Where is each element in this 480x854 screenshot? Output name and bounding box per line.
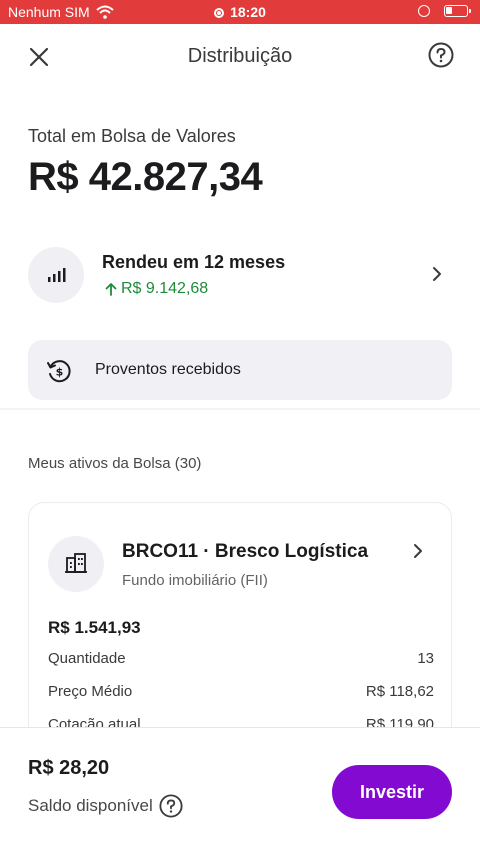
earnings-gain: R$ 9.142,68 (104, 280, 208, 298)
earnings-title: Rendeu em 12 meses (102, 252, 286, 272)
asset-detail-value: R$ 118,62 (365, 683, 434, 700)
status-bar: Nenhum SIM 18:20 (0, 0, 480, 24)
header: Distribuição (0, 24, 480, 88)
invest-button[interactable]: Investir (332, 765, 452, 819)
asset-detail-label: Preço Médio (48, 683, 133, 700)
balance-label-wrap: Saldo disponível (28, 794, 183, 818)
dividends-label: Proventos recebidos (95, 361, 241, 378)
total-value: R$ 42.827,34 (28, 155, 263, 199)
asset-card[interactable]: BRCO11 · Bresco Logística Fundo imobiliá… (28, 502, 452, 762)
battery-icon (444, 5, 471, 17)
total-label: Total em Bolsa de Valores (28, 126, 236, 146)
refund-dollar-icon: $ (47, 360, 71, 383)
chevron-right-icon (414, 544, 422, 558)
signal-bars-icon (48, 268, 66, 282)
help-icon[interactable] (428, 42, 454, 68)
help-icon[interactable] (159, 794, 183, 818)
bottom-bar: R$ 28,20 Saldo disponível Investir (0, 727, 480, 854)
dividends-button[interactable]: $ Proventos recebidos (28, 340, 452, 400)
section-divider (0, 408, 480, 410)
assets-section-title: Meus ativos da Bolsa (30) (28, 455, 202, 472)
status-right (418, 5, 471, 17)
signal-bars-icon-wrap (28, 247, 84, 303)
arrow-up-icon (105, 283, 117, 296)
recording-icon (214, 8, 225, 18)
status-time: 18:20 (230, 4, 266, 20)
asset-type: Fundo imobiliário (FII) (122, 572, 268, 589)
orientation-lock-icon (418, 5, 430, 17)
asset-detail-value: 13 (417, 650, 434, 667)
asset-name: BRCO11 · Bresco Logística (122, 541, 369, 562)
status-time-wrap: 18:20 (0, 4, 480, 20)
balance-value: R$ 28,20 (28, 757, 110, 779)
chevron-right-icon (433, 267, 441, 281)
earnings-row[interactable]: Rendeu em 12 meses R$ 9.142,68 (28, 245, 452, 305)
building-icon-wrap (48, 536, 104, 592)
earnings-gain-value: R$ 9.142,68 (121, 280, 209, 297)
asset-amount: R$ 1.541,93 (48, 618, 141, 637)
balance-label: Saldo disponível (28, 796, 153, 815)
asset-detail-label: Quantidade (48, 650, 126, 667)
svg-text:$: $ (56, 366, 64, 379)
page-title: Distribuição (187, 45, 293, 67)
building-icon (65, 553, 87, 573)
